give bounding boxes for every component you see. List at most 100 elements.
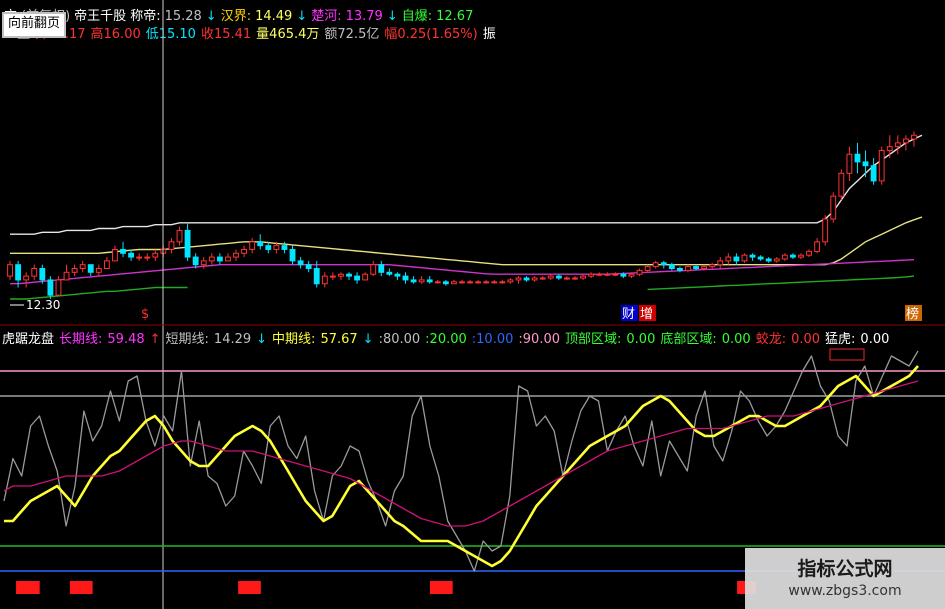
candle-body xyxy=(717,260,724,266)
candle-body xyxy=(249,241,256,250)
indicator-header-item-16: 底部区域: xyxy=(660,331,716,347)
candle-body xyxy=(660,262,667,266)
candle-body xyxy=(531,277,538,281)
candle xyxy=(612,272,619,277)
candle-body xyxy=(329,275,336,278)
watermark: 指标公式网 www.zbgs3.com xyxy=(745,548,945,609)
candle-body xyxy=(200,260,207,266)
candle xyxy=(870,158,877,185)
header-row1-item-9: 楚河: xyxy=(311,9,341,24)
candle xyxy=(773,257,780,263)
candle-body xyxy=(806,250,812,256)
candle xyxy=(184,222,191,261)
candle xyxy=(555,274,562,280)
candle xyxy=(79,260,86,273)
candle-body xyxy=(523,277,530,281)
candle xyxy=(531,276,538,282)
header-row1-item-2: 帝王千股 xyxy=(74,8,126,24)
candle xyxy=(71,264,78,277)
candle xyxy=(604,272,611,277)
candle xyxy=(63,264,70,281)
candle xyxy=(515,276,522,284)
candle-body xyxy=(572,277,578,280)
candle-body xyxy=(176,229,183,243)
candle-body xyxy=(103,260,110,269)
candle-body xyxy=(281,245,288,250)
watermark-url: www.zbgs3.com xyxy=(788,583,902,599)
candle-body xyxy=(555,275,562,279)
candle-body xyxy=(112,248,118,262)
header-row1-item-8: ↓ xyxy=(296,9,307,24)
indicator-header-item-14: 顶部区域: xyxy=(565,332,621,347)
price-line-3 xyxy=(10,275,915,300)
candle-body xyxy=(733,256,740,262)
indicator-header-item-15: 0.00 xyxy=(626,332,655,347)
candle-body xyxy=(386,271,393,275)
watermark-title: 指标公式网 xyxy=(797,558,893,580)
candle-body xyxy=(152,252,159,258)
candle-body xyxy=(338,273,344,277)
candle-body xyxy=(685,266,691,271)
candle xyxy=(717,257,724,269)
candle-body xyxy=(144,256,151,259)
candle-body xyxy=(789,254,796,258)
candle xyxy=(862,150,869,178)
page-back-button[interactable]: 向前翻页 xyxy=(2,12,67,38)
candle-body xyxy=(781,254,788,260)
candle-body xyxy=(644,266,651,271)
candle xyxy=(249,238,256,254)
price-marker-3: 榜 xyxy=(906,306,919,322)
candle-body xyxy=(23,275,30,281)
candle-body xyxy=(668,264,675,270)
candle xyxy=(265,241,272,254)
candle xyxy=(112,245,118,262)
candle xyxy=(208,253,215,265)
candle-body xyxy=(184,229,191,258)
candle xyxy=(741,253,748,263)
candle xyxy=(483,279,490,284)
indicator-header-item-3: ↑ xyxy=(150,332,161,347)
candle xyxy=(814,238,821,254)
candle xyxy=(886,135,893,159)
candle xyxy=(660,260,667,269)
candle-body xyxy=(604,273,611,276)
candle xyxy=(838,169,845,200)
candle-body xyxy=(39,268,46,281)
indicator-header-item-13: :90.00 xyxy=(518,332,560,347)
candle-body xyxy=(911,134,917,140)
header-row1-item-10: 13.79 xyxy=(346,9,383,24)
candle xyxy=(475,279,482,284)
candle xyxy=(418,276,425,284)
candle-body xyxy=(15,264,22,281)
candle xyxy=(233,249,239,261)
candle-body xyxy=(588,273,595,277)
candle-body xyxy=(297,260,304,266)
candle xyxy=(911,131,917,147)
candle xyxy=(668,262,675,271)
candle-body xyxy=(208,256,215,262)
header-row2-item-8: 幅0.25(1.65%) xyxy=(384,27,477,42)
indicator-header-item-20: 猛虎: xyxy=(825,332,855,347)
candle xyxy=(362,272,369,281)
header-row2-item-4: 低15.10 xyxy=(146,27,196,42)
header-row2-item-9: 振 xyxy=(483,27,496,42)
candle xyxy=(410,276,417,284)
candle-body xyxy=(652,262,659,268)
candle-body xyxy=(402,275,409,281)
candle xyxy=(136,253,143,261)
candle-body xyxy=(434,281,441,284)
candle xyxy=(523,276,530,282)
candle xyxy=(499,279,506,284)
candle xyxy=(878,146,885,185)
candle-body xyxy=(7,264,13,277)
candle xyxy=(128,249,135,261)
candle-body xyxy=(136,256,143,259)
indicator-header-item-1: 长期线: xyxy=(59,332,102,347)
candle xyxy=(765,257,772,263)
indicator-header-item-4: 短期线: xyxy=(166,332,209,347)
candle-body xyxy=(47,279,54,296)
candle-body xyxy=(773,258,780,262)
candle xyxy=(354,272,361,284)
candle-body xyxy=(830,195,837,220)
candle xyxy=(636,268,643,277)
